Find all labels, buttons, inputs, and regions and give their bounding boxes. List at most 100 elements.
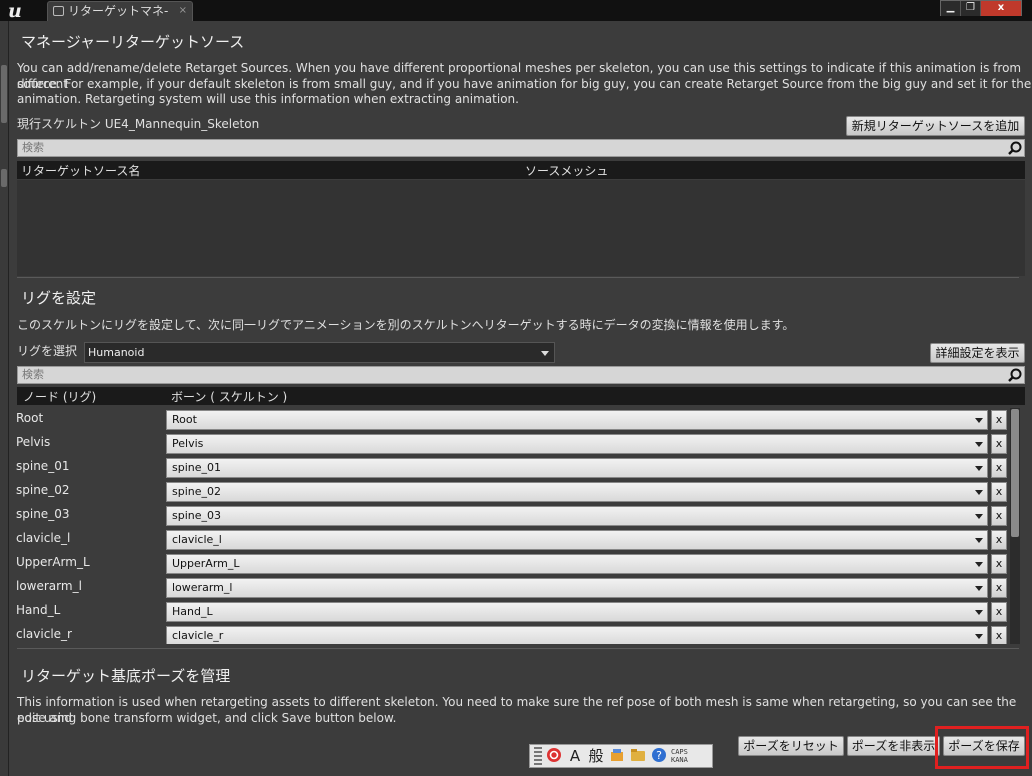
rig-select-value: Humanoid bbox=[88, 346, 145, 359]
rig-node-label: lowerarm_l bbox=[16, 579, 82, 593]
close-button[interactable]: x bbox=[981, 1, 1021, 16]
window-controls: ▁ ❐ x bbox=[940, 0, 1022, 16]
chevron-down-icon bbox=[975, 538, 983, 543]
rig-node-label: Root bbox=[16, 411, 44, 425]
column-node-rig[interactable]: ノード (リグ) bbox=[23, 388, 96, 405]
help-glyph: ? bbox=[656, 749, 662, 762]
rig-node-label: clavicle_r bbox=[16, 627, 72, 641]
bone-select-value: spine_01 bbox=[172, 461, 222, 474]
help-icon[interactable]: ? bbox=[650, 747, 668, 765]
retarget-manager-icon bbox=[53, 6, 64, 16]
rig-mapping-row: spine_03 spine_03 x bbox=[16, 504, 1008, 528]
retarget-source-list bbox=[17, 180, 1025, 276]
clear-bone-button[interactable]: x bbox=[991, 578, 1007, 598]
left-strip-handle[interactable] bbox=[1, 169, 7, 187]
tab-title: リターゲットマネ- bbox=[68, 4, 169, 18]
rig-search-input[interactable]: 検索 bbox=[17, 366, 1025, 384]
rig-node-label: spine_03 bbox=[16, 507, 70, 521]
bone-select-dropdown[interactable]: Pelvis bbox=[166, 434, 988, 454]
search-placeholder: 検索 bbox=[22, 141, 44, 154]
search-placeholder: 検索 bbox=[22, 368, 44, 381]
search-icon[interactable] bbox=[1008, 368, 1022, 382]
retarget-source-search-input[interactable]: 検索 bbox=[17, 139, 1025, 157]
rig-mapping-row: lowerarm_l lowerarm_l x bbox=[16, 576, 1008, 600]
chevron-down-icon bbox=[975, 634, 983, 639]
bone-select-value: UpperArm_L bbox=[172, 557, 240, 570]
ime-pad-icon[interactable] bbox=[608, 747, 626, 765]
bone-select-dropdown[interactable]: UpperArm_L bbox=[166, 554, 988, 574]
ime-tool-icon[interactable] bbox=[629, 747, 647, 765]
bone-select-value: spine_02 bbox=[172, 485, 222, 498]
rig-select-dropdown[interactable]: Humanoid bbox=[84, 342, 555, 363]
clear-bone-button[interactable]: x bbox=[991, 434, 1007, 454]
bone-select-value: Hand_L bbox=[172, 605, 213, 618]
rig-title: リグを設定 bbox=[21, 289, 97, 307]
column-source-mesh[interactable]: ソースメッシュ bbox=[525, 162, 608, 179]
clear-bone-button[interactable]: x bbox=[991, 482, 1007, 502]
bone-select-value: Root bbox=[172, 413, 197, 426]
ime-grip-icon[interactable] bbox=[534, 747, 542, 765]
section-divider bbox=[17, 648, 1019, 649]
kana-indicator: KANA bbox=[671, 756, 688, 764]
clear-bone-button[interactable]: x bbox=[991, 458, 1007, 478]
rig-mapping-row: Hand_L Hand_L x bbox=[16, 600, 1008, 624]
left-edge-strip bbox=[0, 21, 8, 776]
bone-select-dropdown[interactable]: Root bbox=[166, 410, 988, 430]
ime-caps-kana-status: CAPS KANA bbox=[671, 748, 688, 764]
bone-select-dropdown[interactable]: clavicle_l bbox=[166, 530, 988, 550]
caps-indicator: CAPS bbox=[671, 748, 688, 756]
rig-mapping-list: Root Root x Pelvis Pelvis x spine_01 spine_01 x s… bbox=[16, 408, 1022, 644]
add-retarget-source-button[interactable]: 新規リターゲットソースを追加 bbox=[846, 116, 1025, 136]
bone-select-dropdown[interactable]: lowerarm_l bbox=[166, 578, 988, 598]
base-pose-description-2: edit using bone transform widget, and cl… bbox=[17, 711, 397, 725]
retarget-source-description-3: animation. Retargeting system will use t… bbox=[17, 92, 519, 106]
retarget-manager-panel: マネージャーリターゲットソース You can add/rename/delet… bbox=[8, 21, 1032, 776]
bone-select-dropdown[interactable]: spine_02 bbox=[166, 482, 988, 502]
search-icon[interactable] bbox=[1008, 141, 1022, 155]
left-strip-handle[interactable] bbox=[1, 65, 7, 123]
clear-bone-button[interactable]: x bbox=[991, 410, 1007, 430]
title-bar: u リターゲットマネ- × ▁ ❐ x bbox=[0, 0, 1032, 21]
hide-pose-button[interactable]: ポーズを非表示 bbox=[847, 736, 940, 756]
clear-bone-button[interactable]: x bbox=[991, 530, 1007, 550]
ime-toolbar: A 般 ? CAPS KANA bbox=[529, 744, 713, 768]
ime-input-mode[interactable]: A bbox=[566, 747, 584, 765]
retarget-source-list-header: リターゲットソース名 ソースメッシュ bbox=[17, 161, 1025, 179]
bone-select-dropdown[interactable]: clavicle_r bbox=[166, 626, 988, 644]
rig-mapping-row: Pelvis Pelvis x bbox=[16, 432, 1008, 456]
clear-bone-button[interactable]: x bbox=[991, 506, 1007, 526]
rig-node-label: clavicle_l bbox=[16, 531, 71, 545]
bone-select-value: spine_03 bbox=[172, 509, 222, 522]
reset-pose-button[interactable]: ポーズをリセット bbox=[738, 736, 844, 756]
rig-mapping-row: clavicle_r clavicle_r x bbox=[16, 624, 1008, 644]
minimize-button[interactable]: ▁ bbox=[941, 1, 961, 16]
save-pose-highlight bbox=[935, 726, 1029, 769]
chevron-down-icon bbox=[975, 586, 983, 591]
section-divider bbox=[17, 277, 1019, 278]
base-pose-title: リターゲット基底ポーズを管理 bbox=[21, 667, 231, 685]
clear-bone-button[interactable]: x bbox=[991, 602, 1007, 622]
bone-select-value: clavicle_l bbox=[172, 533, 222, 546]
column-bone-skeleton[interactable]: ボーン ( スケルトン ) bbox=[171, 388, 287, 405]
tab-retarget-manager[interactable]: リターゲットマネ- × bbox=[47, 1, 193, 21]
current-skeleton-label: 現行スケルトン UE4_Mannequin_Skeleton bbox=[17, 117, 260, 131]
bone-select-dropdown[interactable]: spine_03 bbox=[166, 506, 988, 526]
tab-close-icon[interactable]: × bbox=[179, 2, 187, 20]
rig-description: このスケルトンにリグを設定して、次に同一リグでアニメーションを別のスケルトンへリ… bbox=[17, 318, 795, 332]
clear-bone-button[interactable]: x bbox=[991, 626, 1007, 644]
show-advanced-button[interactable]: 詳細設定を表示 bbox=[930, 343, 1025, 363]
bone-select-dropdown[interactable]: spine_01 bbox=[166, 458, 988, 478]
rig-node-label: Pelvis bbox=[16, 435, 51, 449]
header-spacer bbox=[166, 406, 167, 407]
retarget-source-title: マネージャーリターゲットソース bbox=[21, 33, 245, 51]
bone-select-dropdown[interactable]: Hand_L bbox=[166, 602, 988, 622]
clear-bone-button[interactable]: x bbox=[991, 554, 1007, 574]
chevron-down-icon bbox=[975, 490, 983, 495]
rig-node-label: Hand_L bbox=[16, 603, 61, 617]
ime-power-icon[interactable] bbox=[545, 747, 563, 765]
restore-button[interactable]: ❐ bbox=[961, 1, 981, 16]
bone-select-value: lowerarm_l bbox=[172, 581, 233, 594]
rig-mapping-row: UpperArm_L UpperArm_L x bbox=[16, 552, 1008, 576]
column-retarget-source-name[interactable]: リターゲットソース名 bbox=[21, 162, 140, 179]
ime-conversion-mode[interactable]: 般 bbox=[587, 747, 605, 765]
